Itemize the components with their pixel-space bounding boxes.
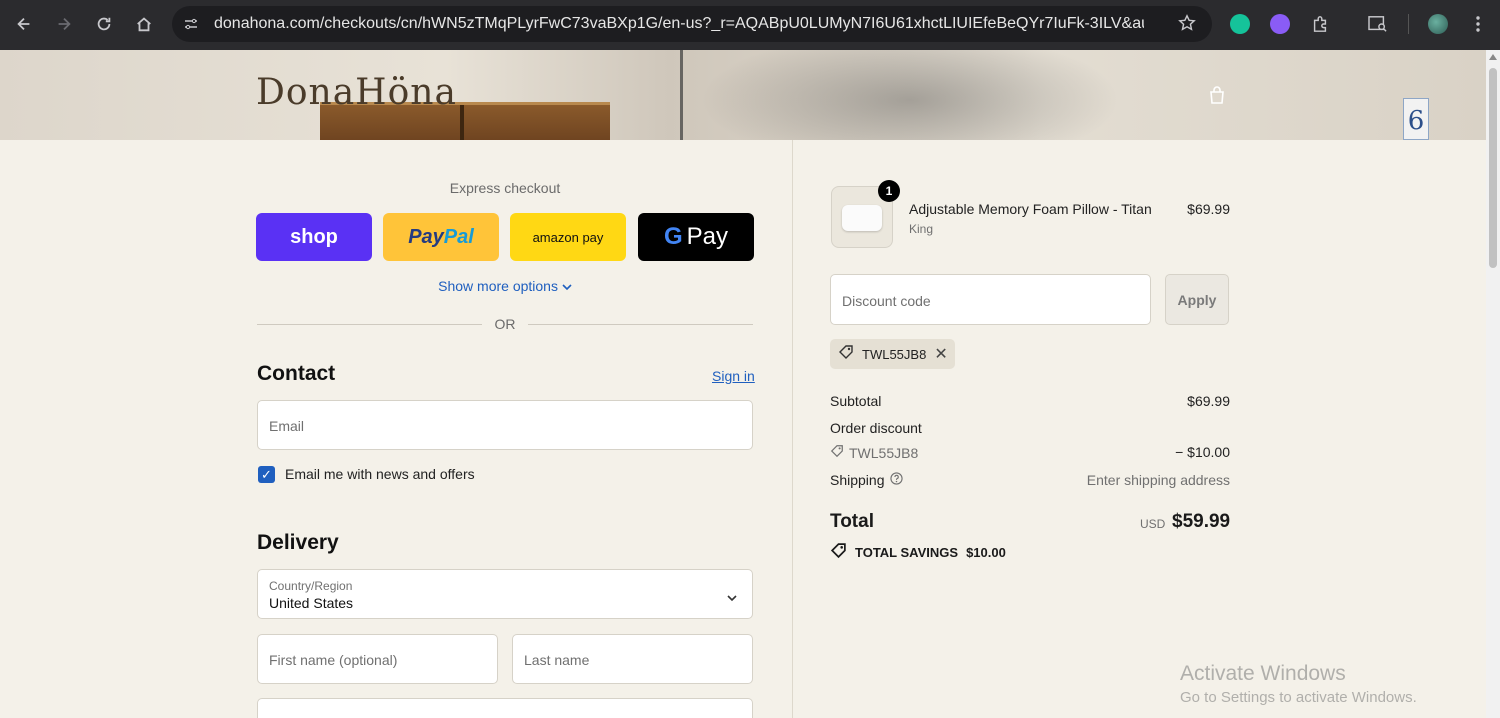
shipping-value: Enter shipping address (1086, 472, 1230, 488)
product-name: Adjustable Memory Foam Pillow - Titan (909, 201, 1152, 217)
apply-discount-button[interactable]: Apply (1165, 274, 1229, 325)
google-g-icon: G (663, 223, 683, 250)
windows-activation-subtitle: Go to Settings to activate Windows. (1180, 689, 1417, 706)
remove-discount-icon[interactable]: ✕ (934, 344, 947, 364)
country-label: Country/Region (269, 579, 353, 593)
site-info-icon[interactable] (180, 13, 202, 35)
scroll-up-arrow-icon[interactable] (1489, 54, 1497, 60)
google-pay-button[interactable]: G Pay (638, 213, 754, 261)
newsletter-label[interactable]: Email me with news and offers (285, 466, 475, 482)
first-name-field[interactable]: First name (optional) (257, 634, 498, 684)
amazon-pay-button[interactable]: amazon pay (510, 213, 626, 261)
subtotal-value: $69.99 (1187, 393, 1230, 409)
amazon-pay-label: amazon pay (532, 229, 604, 245)
discount-code-text: TWL55JB8 (849, 444, 919, 461)
column-divider (792, 140, 793, 718)
show-more-options-label: Show more options (438, 278, 558, 294)
total-value: $59.99 (1172, 511, 1231, 532)
order-discount-label: Order discount (830, 420, 922, 436)
express-checkout-label: Express checkout (449, 180, 561, 196)
browser-menu-icon[interactable] (1465, 11, 1491, 37)
last-name-placeholder: Last name (524, 652, 590, 668)
scroll-thumb[interactable] (1489, 68, 1497, 268)
pillow-image (842, 205, 882, 231)
country-select[interactable]: Country/Region United States (257, 569, 753, 619)
paypal-pay-text: Pay (408, 225, 444, 248)
search-tab-icon[interactable] (1365, 11, 1391, 37)
address-field[interactable] (257, 698, 753, 718)
store-header-banner: DonaHöna 6 (0, 50, 1486, 140)
paypal-pal-text: Pal (443, 225, 474, 248)
profile-avatar[interactable] (1425, 11, 1451, 37)
back-icon[interactable] (4, 4, 44, 44)
shop-pay-button[interactable]: shop (256, 213, 372, 261)
toolbar-divider (1408, 14, 1409, 34)
total-savings: TOTAL SAVINGS $10.00 (830, 542, 1006, 562)
discount-placeholder: Discount code (842, 293, 931, 309)
tag-icon (838, 344, 854, 365)
subtotal-label: Subtotal (830, 393, 882, 409)
or-label: OR (494, 316, 516, 332)
shipping-label: Shipping (830, 472, 885, 488)
contact-heading: Contact (257, 362, 336, 385)
grammarly-extension-icon[interactable] (1227, 11, 1253, 37)
home-icon[interactable] (124, 4, 164, 44)
savings-tag-icon (830, 542, 847, 562)
extensions-puzzle-icon[interactable] (1307, 11, 1333, 37)
savings-label: TOTAL SAVINGS (855, 544, 959, 560)
sign-in-link[interactable]: Sign in (712, 368, 755, 384)
chevron-down-icon (562, 278, 572, 294)
total-label: Total (830, 511, 874, 532)
product-variant: King (909, 222, 934, 236)
first-name-placeholder: First name (optional) (269, 652, 398, 668)
product-price: $69.99 (1187, 201, 1230, 217)
quantity-badge: 1 (878, 180, 900, 202)
reload-icon[interactable] (84, 4, 124, 44)
google-pay-label: Pay (686, 223, 729, 250)
store-logo[interactable]: DonaHöna (256, 72, 457, 113)
banner-shadow (700, 50, 1120, 140)
forward-icon[interactable] (44, 4, 84, 44)
apply-label: Apply (1177, 291, 1217, 308)
or-separator: OR (257, 316, 753, 332)
page-scrollbar[interactable] (1486, 50, 1500, 718)
newsletter-checkbox[interactable]: ✓ (258, 466, 275, 483)
chevron-down-icon (726, 589, 738, 607)
tag-icon (830, 444, 844, 461)
address-bar[interactable]: donahona.com/checkouts/cn/hWN5zTMqPLyrFw… (172, 6, 1212, 42)
browser-toolbar: donahona.com/checkouts/cn/hWN5zTMqPLyrFw… (0, 0, 1500, 50)
currency-code: USD (1140, 517, 1166, 531)
shipping-row: Shipping (830, 472, 903, 488)
shop-pay-label: shop (290, 225, 338, 248)
banner-pole (680, 50, 683, 140)
paypal-button[interactable]: Pay Pal (383, 213, 499, 261)
applied-discount-chip: TWL55JB8 ✕ (830, 339, 955, 369)
discount-code-field[interactable]: Discount code (830, 274, 1151, 325)
help-circle-icon[interactable] (889, 472, 903, 488)
applied-code-text: TWL55JB8 (862, 346, 927, 362)
discount-value: − $10.00 (1175, 444, 1230, 460)
country-value: United States (269, 595, 354, 611)
shopping-bag-icon[interactable] (1207, 85, 1227, 110)
show-more-options-link[interactable]: Show more options (257, 278, 753, 294)
email-field[interactable]: Email (257, 400, 753, 450)
windows-activation-title: Activate Windows (1180, 662, 1346, 685)
email-placeholder: Email (269, 418, 305, 434)
last-name-field[interactable]: Last name (512, 634, 753, 684)
banner-tile: 6 (1403, 98, 1429, 140)
url-text[interactable]: donahona.com/checkouts/cn/hWN5zTMqPLyrFw… (214, 15, 1144, 33)
extension-purple-icon[interactable] (1267, 11, 1293, 37)
discount-code-row: TWL55JB8 (830, 444, 918, 461)
savings-value: $10.00 (966, 544, 1006, 560)
delivery-heading: Delivery (257, 531, 339, 554)
bookmark-star-icon[interactable] (1178, 14, 1196, 37)
